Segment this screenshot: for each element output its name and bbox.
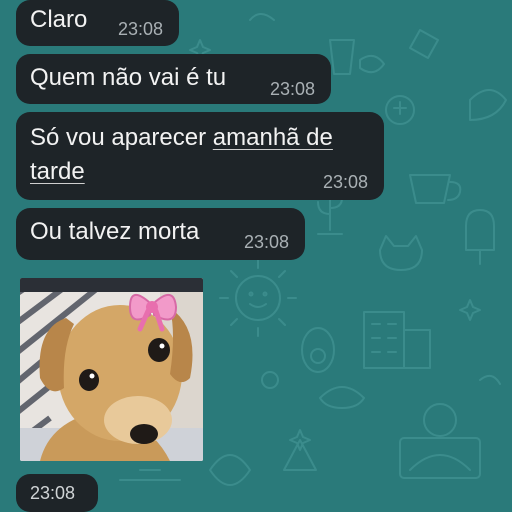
message-timestamp: 23:08 xyxy=(30,483,76,503)
message-bubble[interactable]: Ou talvez morta 23:08 xyxy=(16,208,305,260)
message-timestamp: 23:08 xyxy=(269,79,315,99)
sticker-timestamp-pill: 23:08 xyxy=(16,474,98,512)
date-link[interactable]: amanhã de xyxy=(213,124,333,151)
message-bubble[interactable]: Só vou aparecer amanhã de tarde 23:08 xyxy=(16,112,384,200)
message-bubble[interactable]: Claro 23:08 xyxy=(16,0,179,46)
puppy-sticker[interactable] xyxy=(20,278,203,461)
puppy-with-pink-bow-icon xyxy=(20,278,203,461)
message-text: Só vou aparecer xyxy=(30,124,213,151)
date-link[interactable]: tarde xyxy=(30,158,85,185)
message-text: Quem não vai é tu xyxy=(30,64,227,91)
message-text: Claro xyxy=(30,6,88,33)
message-timestamp: 23:08 xyxy=(117,19,163,39)
message-timestamp: 23:08 xyxy=(322,172,368,192)
message-bubble[interactable]: Quem não vai é tu 23:08 xyxy=(16,54,331,104)
message-timestamp: 23:08 xyxy=(243,232,289,252)
message-text: Ou talvez morta xyxy=(30,218,200,245)
